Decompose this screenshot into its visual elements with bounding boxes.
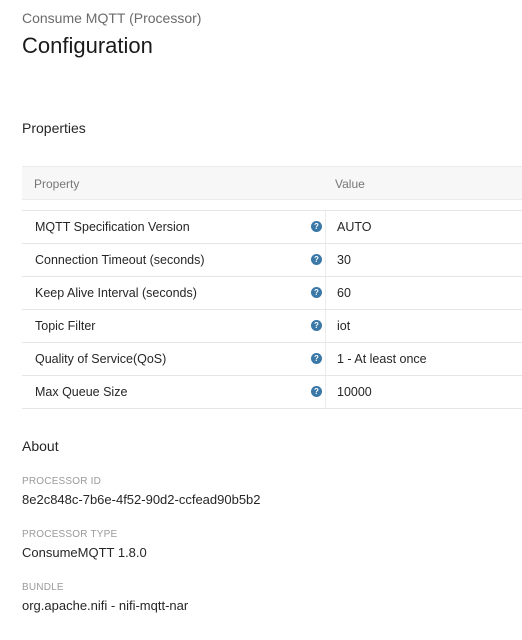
question-circle-icon[interactable]: ? xyxy=(311,221,322,232)
property-name-cell: MQTT Specification Version ? xyxy=(22,211,326,243)
property-name: Max Queue Size xyxy=(35,385,128,399)
property-name-cell: Keep Alive Interval (seconds) ? xyxy=(22,277,326,309)
table-row[interactable]: Topic Filter ? iot xyxy=(22,310,522,343)
question-circle-icon[interactable]: ? xyxy=(311,320,322,331)
properties-section-title: Properties xyxy=(22,120,86,136)
question-circle-icon[interactable]: ? xyxy=(311,287,322,298)
property-value[interactable]: AUTO xyxy=(337,220,372,234)
property-name: Keep Alive Interval (seconds) xyxy=(35,286,197,300)
processor-id-value: 8e2c848c-7b6e-4f52-90d2-ccfead90b5b2 xyxy=(22,492,261,507)
property-name: MQTT Specification Version xyxy=(35,220,190,234)
table-row[interactable]: MQTT Specification Version ? AUTO xyxy=(22,211,522,244)
bundle-label: BUNDLE xyxy=(22,582,64,593)
property-value[interactable]: 10000 xyxy=(337,385,372,399)
property-value[interactable]: 60 xyxy=(337,286,351,300)
bundle-value: org.apache.nifi - nifi-mqtt-nar xyxy=(22,598,189,613)
question-circle-icon[interactable]: ? xyxy=(311,386,322,397)
question-circle-icon[interactable]: ? xyxy=(311,254,322,265)
value-column-header[interactable]: Value xyxy=(335,177,365,191)
property-name: Connection Timeout (seconds) xyxy=(35,253,205,267)
processor-id-label: PROCESSOR ID xyxy=(22,476,102,487)
processor-type-value: ConsumeMQTT 1.8.0 xyxy=(22,545,147,560)
property-name: Topic Filter xyxy=(35,319,96,333)
property-name-cell: Max Queue Size ? xyxy=(22,376,326,408)
property-column-header[interactable]: Property xyxy=(34,177,79,191)
processor-type-label: PROCESSOR TYPE xyxy=(22,529,118,540)
table-row[interactable]: Max Queue Size ? 10000 xyxy=(22,376,522,409)
question-circle-icon[interactable]: ? xyxy=(311,353,322,364)
processor-subtitle: Consume MQTT (Processor) xyxy=(22,10,202,26)
properties-table: MQTT Specification Version ? AUTO Connec… xyxy=(22,210,522,409)
table-row[interactable]: Keep Alive Interval (seconds) ? 60 xyxy=(22,277,522,310)
table-row[interactable]: Quality of Service(QoS) ? 1 - At least o… xyxy=(22,343,522,376)
property-value[interactable]: iot xyxy=(337,319,350,333)
property-name: Quality of Service(QoS) xyxy=(35,352,167,366)
property-name-cell: Connection Timeout (seconds) ? xyxy=(22,244,326,276)
page-title: Configuration xyxy=(22,33,153,58)
property-value[interactable]: 1 - At least once xyxy=(337,352,427,366)
table-row[interactable]: Connection Timeout (seconds) ? 30 xyxy=(22,244,522,277)
properties-table-header: Property Value xyxy=(22,166,522,200)
property-value[interactable]: 30 xyxy=(337,253,351,267)
about-section-title: About xyxy=(22,438,59,454)
property-name-cell: Topic Filter ? xyxy=(22,310,326,342)
property-name-cell: Quality of Service(QoS) ? xyxy=(22,343,326,375)
